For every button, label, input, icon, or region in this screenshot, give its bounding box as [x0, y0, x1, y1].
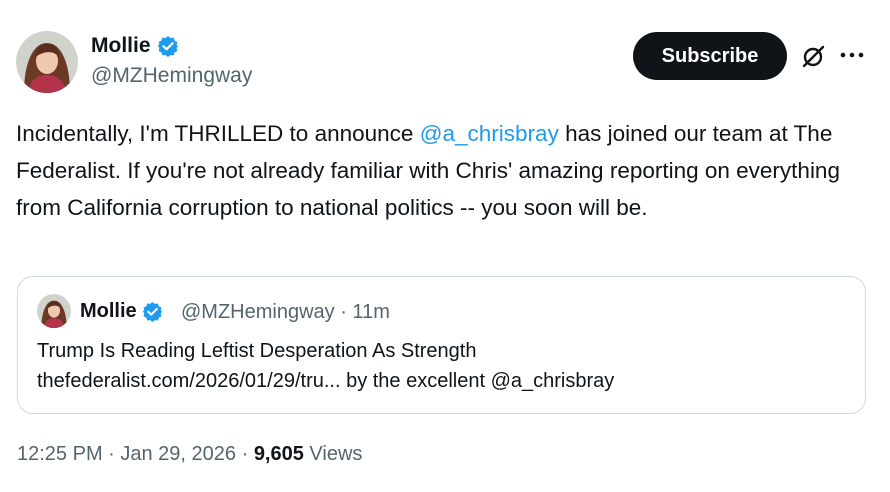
- views-label: Views: [303, 443, 363, 465]
- verified-badge-icon: [157, 36, 178, 57]
- tweet-text: Incidentally, I'm THRILLED to announce @…: [16, 115, 866, 226]
- tweet-text-part1: Incidentally, I'm THRILLED to announce: [16, 121, 420, 146]
- author-handle[interactable]: @MZHemingway: [91, 64, 252, 88]
- quote-author-name-text: Mollie: [80, 300, 137, 322]
- quote-author-avatar: [37, 294, 71, 328]
- author-name-text[interactable]: Mollie: [91, 34, 151, 58]
- more-horizontal-icon[interactable]: [838, 47, 866, 63]
- verified-badge-icon: [142, 301, 162, 322]
- tweet-timestamp[interactable]: 12:25 PM · Jan 29, 2026 ·: [17, 443, 254, 465]
- avatar-image: [37, 294, 71, 328]
- quote-title: Trump Is Reading Leftist Desperation As …: [37, 340, 477, 362]
- author-name[interactable]: Mollie: [91, 34, 179, 58]
- quote-author-name: Mollie: [80, 300, 163, 323]
- avatar-image: [16, 31, 78, 93]
- subscribe-button[interactable]: Subscribe: [633, 32, 787, 80]
- author-avatar[interactable]: [16, 31, 78, 93]
- grok-slash-icon[interactable]: [800, 44, 826, 70]
- quote-handle-time: @MZHemingway · 11m: [181, 301, 390, 323]
- mention-link[interactable]: @a_chrisbray: [420, 121, 559, 146]
- tweet-footer: 12:25 PM · Jan 29, 2026 · 9,605 Views: [17, 443, 362, 466]
- quote-link-line: thefederalist.com/2026/01/29/tru... by t…: [37, 370, 615, 392]
- quoted-tweet-card[interactable]: Mollie @MZHemingway · 11m Trump Is Readi…: [17, 276, 866, 414]
- views-count: 9,605: [253, 443, 304, 465]
